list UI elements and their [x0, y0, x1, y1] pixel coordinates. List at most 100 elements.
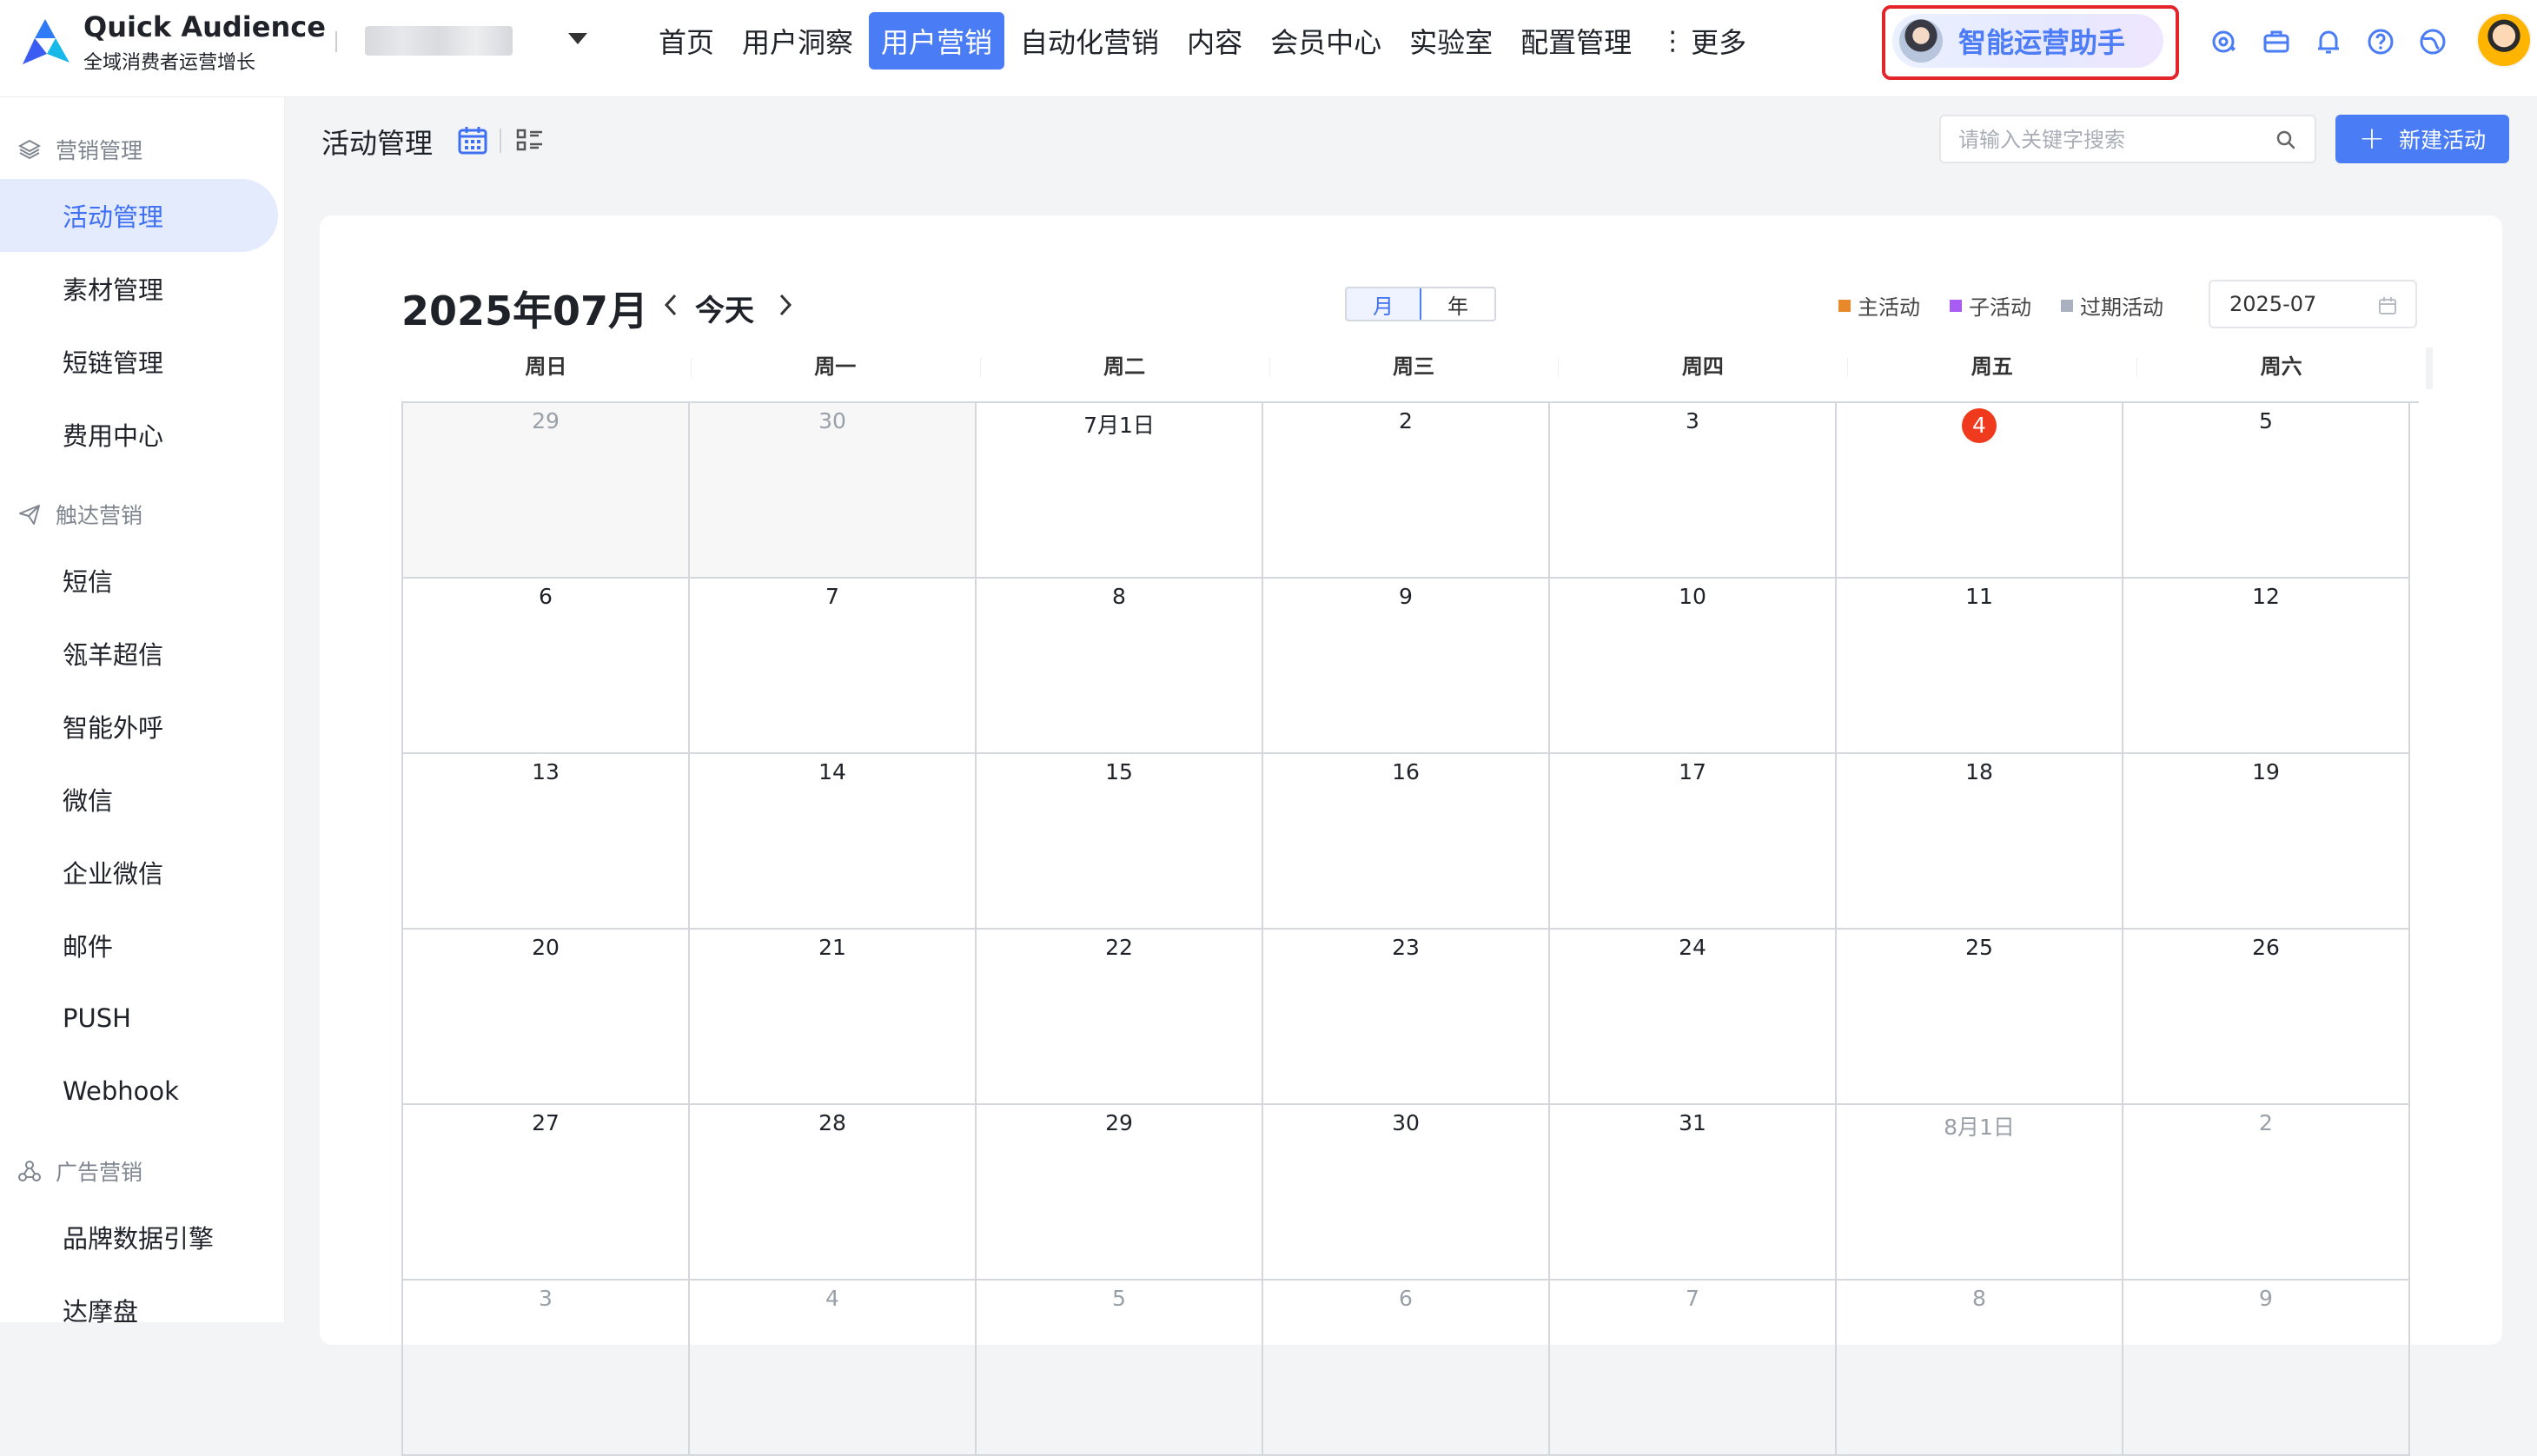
nav-item-user-marketing[interactable]: 用户营销: [869, 12, 1005, 69]
sidebar-item-wechat[interactable]: 微信: [0, 763, 278, 836]
day-number: 5: [1112, 1286, 1126, 1311]
calendar-day-cell[interactable]: 3: [403, 1281, 690, 1456]
calendar-day-cell[interactable]: 31: [1550, 1105, 1837, 1281]
calendar-day-cell[interactable]: 27: [403, 1105, 690, 1281]
sidebar-item-webhook[interactable]: Webhook: [0, 1055, 278, 1128]
calendar-day-cell[interactable]: 23: [1263, 930, 1550, 1105]
calendar-day-cell[interactable]: 7: [1550, 1281, 1837, 1456]
assistant-button[interactable]: 智能运营助手: [1892, 14, 2163, 68]
globe-icon[interactable]: [2415, 24, 2450, 59]
sidebar-item-lingyang-supermsg[interactable]: 瓴羊超信: [0, 617, 278, 690]
sidebar-item-sms[interactable]: 短信: [0, 544, 278, 617]
calendar-day-cell[interactable]: 5: [2123, 403, 2410, 579]
calendar-day-cell[interactable]: 25: [1837, 930, 2123, 1105]
calendar-day-cell[interactable]: 8: [1837, 1281, 2123, 1456]
nav-item-automation[interactable]: 自动化营销: [1008, 12, 1171, 69]
calendar-day-cell[interactable]: 6: [1263, 1281, 1550, 1456]
calendar-day-cell[interactable]: 16: [1263, 754, 1550, 930]
calendar-day-cell[interactable]: 7: [690, 579, 977, 754]
calendar-day-cell[interactable]: 10: [1550, 579, 1837, 754]
chevron-down-icon[interactable]: [568, 33, 587, 44]
mode-month-button[interactable]: 月: [1347, 288, 1421, 320]
calendar-day-cell[interactable]: 28: [690, 1105, 977, 1281]
calendar-day-cell[interactable]: 5: [977, 1281, 1263, 1456]
mode-year-button[interactable]: 年: [1421, 288, 1494, 320]
calendar-day-cell[interactable]: 9: [1263, 579, 1550, 754]
calendar-day-cell[interactable]: 18: [1837, 754, 2123, 930]
briefcase-icon[interactable]: [2259, 24, 2294, 59]
sidebar-item-email[interactable]: 邮件: [0, 909, 278, 982]
sidebar-item-activity-management[interactable]: 活动管理: [0, 179, 278, 252]
sidebar-item-push[interactable]: PUSH: [0, 982, 278, 1055]
legend-main-activity: 主活动: [1838, 290, 1920, 321]
new-activity-button[interactable]: + 新建活动: [2335, 115, 2509, 163]
search-icon[interactable]: [2275, 129, 2297, 151]
day-number: 22: [1105, 935, 1133, 960]
sidebar-item-material-management[interactable]: 素材管理: [0, 252, 278, 325]
calendar-day-cell[interactable]: 29: [403, 403, 690, 579]
list-view-icon[interactable]: [513, 123, 547, 158]
nav-item-user-insight[interactable]: 用户洞察: [730, 12, 865, 69]
calendar-day-cell[interactable]: 6: [403, 579, 690, 754]
nav-item-config[interactable]: 配置管理: [1508, 12, 1644, 69]
day-number: 7: [1686, 1286, 1699, 1311]
nav-item-home[interactable]: 首页: [646, 12, 726, 69]
sidebar-item-wecom[interactable]: 企业微信: [0, 836, 278, 909]
calendar-day-cell[interactable]: 2: [2123, 1105, 2410, 1281]
calendar-day-cell[interactable]: 14: [690, 754, 977, 930]
sidebar-item-brand-data-engine[interactable]: 品牌数据引擎: [0, 1201, 278, 1274]
search-input[interactable]: [1958, 125, 2262, 155]
calendar-view-icon[interactable]: [455, 123, 490, 158]
user-avatar[interactable]: [2476, 12, 2532, 68]
sparkle-gear-icon[interactable]: [2207, 24, 2242, 59]
calendar-day-cell[interactable]: 9: [2123, 1281, 2410, 1456]
calendar-day-cell[interactable]: 12: [2123, 579, 2410, 754]
day-number: 17: [1679, 759, 1706, 784]
weekday-header: 周日 周一 周二 周三 周四 周五 周六: [401, 347, 2433, 389]
day-number: 8: [1972, 1286, 1986, 1311]
calendar-day-cell[interactable]: 24: [1550, 930, 1837, 1105]
calendar-day-cell[interactable]: 30: [1263, 1105, 1550, 1281]
chevron-right-icon[interactable]: [773, 292, 798, 318]
calendar-day-cell[interactable]: 8: [977, 579, 1263, 754]
calendar-day-cell[interactable]: 26: [2123, 930, 2410, 1105]
chevron-left-icon[interactable]: [659, 292, 683, 318]
weekday-sun: 周日: [525, 354, 567, 379]
calendar-day-cell[interactable]: 20: [403, 930, 690, 1105]
calendar-day-cell[interactable]: 29: [977, 1105, 1263, 1281]
nav-item-more[interactable]: ⋮ 更多: [1647, 12, 1759, 69]
calendar-day-cell[interactable]: 2: [1263, 403, 1550, 579]
month-picker[interactable]: 2025-07: [2209, 280, 2417, 328]
calendar-day-cell[interactable]: 22: [977, 930, 1263, 1105]
calendar-day-cell[interactable]: 15: [977, 754, 1263, 930]
sidebar-item-smart-call[interactable]: 智能外呼: [0, 690, 278, 763]
calendar-day-cell[interactable]: 21: [690, 930, 977, 1105]
calendar-day-cell[interactable]: 11: [1837, 579, 2123, 754]
day-number: 5: [2259, 408, 2273, 433]
calendar-day-cell[interactable]: 13: [403, 754, 690, 930]
nav-item-content[interactable]: 内容: [1175, 12, 1255, 69]
calendar-day-cell[interactable]: 30: [690, 403, 977, 579]
bell-icon[interactable]: [2311, 24, 2346, 59]
calendar-day-cell[interactable]: 17: [1550, 754, 1837, 930]
calendar-day-cell[interactable]: 7月1日: [977, 403, 1263, 579]
calendar-day-cell[interactable]: 19: [2123, 754, 2410, 930]
calendar-day-cell[interactable]: 3: [1550, 403, 1837, 579]
view-mode-toggle: 月 年: [1345, 287, 1496, 321]
calendar-day-cell[interactable]: 8月1日: [1837, 1105, 2123, 1281]
nav-item-lab[interactable]: 实验室: [1397, 12, 1505, 69]
content-header: 活动管理 + 新建活动: [285, 97, 2537, 184]
help-icon[interactable]: [2363, 24, 2398, 59]
calendar-day-cell-today[interactable]: 4: [1837, 403, 2123, 579]
workspace-selector[interactable]: [365, 26, 513, 56]
today-button[interactable]: 今天: [695, 287, 754, 329]
nav-item-member-center[interactable]: 会员中心: [1258, 12, 1394, 69]
day-number: 7: [825, 584, 839, 609]
day-number: 9: [2259, 1286, 2273, 1311]
sidebar-item-damopan[interactable]: 达摩盘: [0, 1274, 278, 1347]
logo-icon[interactable]: [17, 16, 73, 71]
calendar-day-cell[interactable]: 4: [690, 1281, 977, 1456]
sidebar-item-cost-center[interactable]: 费用中心: [0, 398, 278, 471]
day-number: 16: [1392, 759, 1420, 784]
sidebar-item-shortlink-management[interactable]: 短链管理: [0, 325, 278, 398]
